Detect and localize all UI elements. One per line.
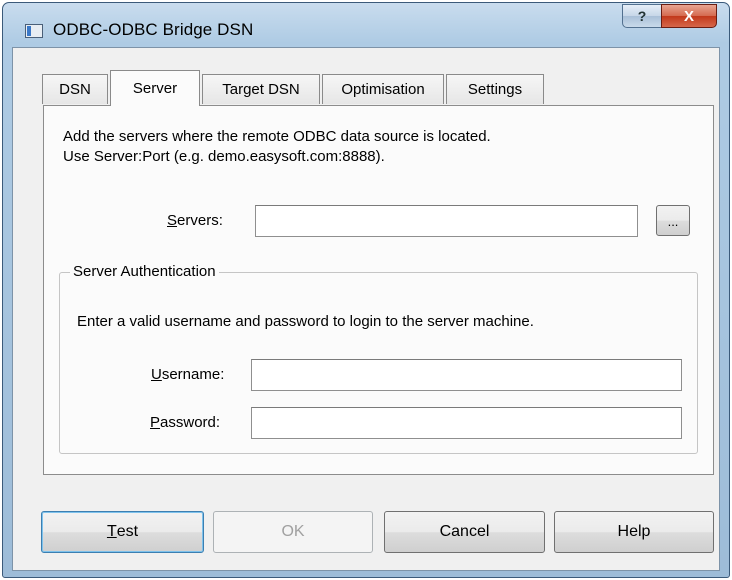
tab-target-dsn[interactable]: Target DSN: [202, 74, 320, 104]
tab-dsn-label: DSN: [59, 81, 91, 98]
info-line-2: Use Server:Port (e.g. demo.easysoft.com:…: [63, 148, 385, 165]
server-authentication-title: Server Authentication: [70, 263, 219, 280]
test-button-mnemonic: T: [106, 523, 117, 540]
app-window-icon: [25, 24, 43, 38]
authentication-hint: Enter a valid username and password to l…: [77, 313, 534, 330]
cancel-button[interactable]: Cancel: [384, 511, 545, 553]
ok-button-label: OK: [281, 523, 305, 540]
browse-servers-button[interactable]: ...: [656, 205, 690, 236]
help-button[interactable]: Help: [554, 511, 714, 553]
ellipsis-icon: ...: [667, 214, 679, 229]
tab-server-label: Server: [132, 80, 178, 97]
title-bar[interactable]: ODBC-ODBC Bridge DSN ? X: [3, 3, 729, 47]
servers-input[interactable]: [255, 205, 638, 237]
question-mark-icon: ?: [637, 8, 647, 24]
password-label: Password:: [150, 414, 220, 431]
tab-dsn[interactable]: DSN: [42, 74, 108, 104]
ok-button[interactable]: OK: [213, 511, 373, 553]
server-info-text: Add the servers where the remote ODBC da…: [63, 127, 491, 167]
info-line-1: Add the servers where the remote ODBC da…: [63, 128, 491, 145]
close-caption-button[interactable]: X: [661, 4, 717, 28]
cancel-button-label: Cancel: [439, 523, 490, 540]
username-label-mnemonic: U: [151, 366, 162, 383]
servers-label-mnemonic: S: [167, 212, 178, 229]
close-icon: X: [683, 7, 694, 25]
servers-label-text: ervers:: [177, 212, 223, 229]
help-button-label: Help: [617, 523, 651, 540]
tab-target-dsn-label: Target DSN: [222, 81, 300, 98]
password-label-text: assword:: [160, 414, 221, 431]
tab-settings[interactable]: Settings: [446, 74, 544, 104]
password-label-mnemonic: P: [150, 414, 161, 431]
window-title: ODBC-ODBC Bridge DSN: [53, 20, 254, 39]
tab-server[interactable]: Server: [110, 70, 200, 106]
test-button-label: est: [116, 523, 139, 540]
servers-label: Servers:: [167, 212, 223, 229]
password-input[interactable]: [251, 407, 682, 439]
username-label-text: sername:: [161, 366, 225, 383]
help-caption-button[interactable]: ?: [622, 4, 662, 28]
tab-optimisation[interactable]: Optimisation: [322, 74, 444, 104]
test-button[interactable]: Test: [41, 511, 204, 553]
username-label: Username:: [151, 366, 224, 383]
tab-settings-label: Settings: [467, 81, 523, 98]
username-input[interactable]: [251, 359, 682, 391]
tab-optimisation-label: Optimisation: [341, 81, 425, 98]
